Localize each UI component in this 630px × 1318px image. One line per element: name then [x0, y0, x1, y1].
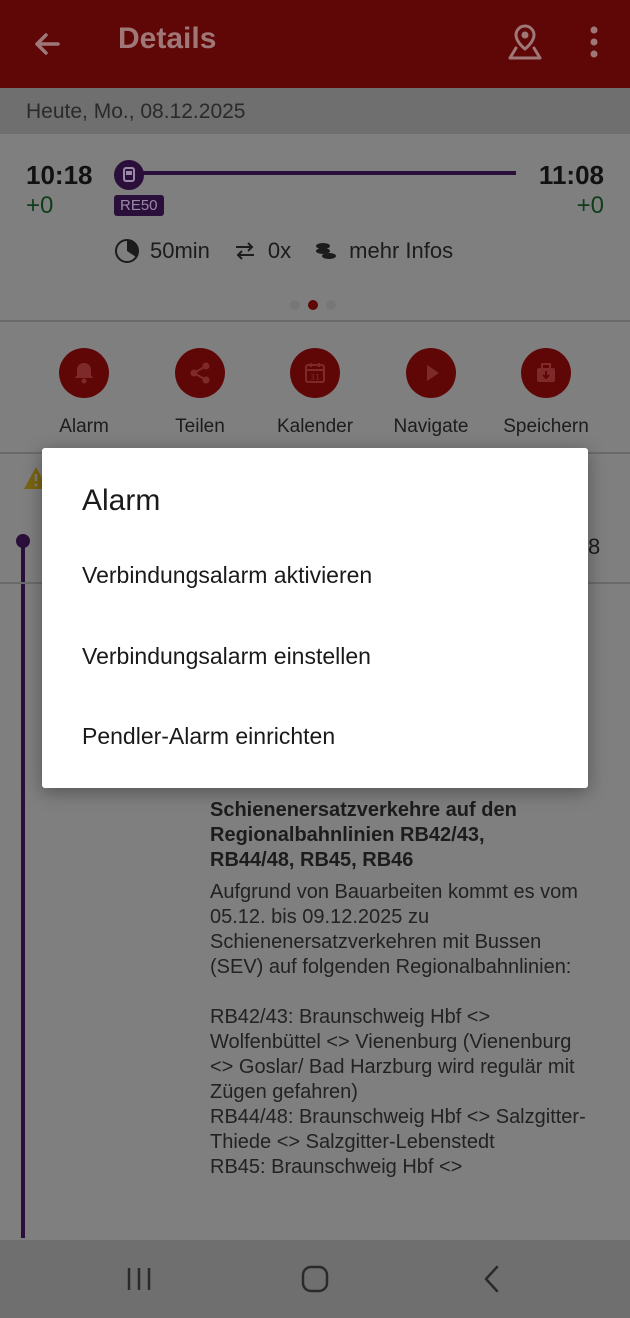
option-activate-connection-alarm[interactable]: Verbindungsalarm aktivieren: [82, 562, 372, 589]
share-button[interactable]: Teilen: [150, 348, 250, 438]
arrival-delay: +0: [576, 192, 604, 219]
date-band: Heute, Mo., 08.12.2025: [0, 88, 630, 134]
save-button[interactable]: Speichern: [496, 348, 596, 438]
option-configure-connection-alarm[interactable]: Verbindungsalarm einstellen: [82, 643, 371, 670]
route-line: [120, 171, 516, 175]
notice-body: Aufgrund von Bauarbeiten kommt es vom 05…: [210, 881, 586, 1178]
option-setup-commuter-alarm[interactable]: Pendler-Alarm einrichten: [82, 723, 335, 750]
calendar-button[interactable]: 31 Kalender: [265, 348, 365, 438]
calendar-day: 31: [310, 373, 320, 382]
system-nav-bar: [0, 1240, 630, 1318]
page-dot: [290, 300, 300, 310]
arrival-time: 11:08: [538, 160, 604, 190]
back-arrow-icon[interactable]: [28, 24, 68, 64]
journey-summary[interactable]: 10:18 +0 11:08 +0 RE50 50min 0x mehr Inf…: [0, 134, 630, 320]
alarm-label: Alarm: [59, 416, 109, 437]
alarm-button[interactable]: Alarm: [34, 348, 134, 438]
more-vert-icon[interactable]: [580, 22, 608, 64]
more-info-item[interactable]: mehr Infos: [313, 238, 453, 264]
duration-label: 50min: [150, 238, 210, 263]
clock-icon: [115, 239, 139, 263]
transfer-icon: [235, 242, 254, 260]
navigate-button[interactable]: Navigate: [381, 348, 481, 438]
calendar-icon: 31: [290, 348, 340, 398]
app-bar: Details: [0, 0, 630, 88]
page-dot-active: [308, 300, 318, 310]
bell-icon: [59, 348, 109, 398]
play-icon: [406, 348, 456, 398]
more-info-label: mehr Infos: [349, 238, 454, 263]
train-badge: RE50: [114, 195, 164, 216]
dialog-title: Alarm: [82, 484, 161, 517]
save-icon: [521, 348, 571, 398]
page-title: Details: [118, 22, 217, 55]
coins-icon: [316, 243, 337, 259]
time-fragment: 8: [588, 534, 601, 559]
save-label: Speichern: [503, 416, 589, 437]
share-label: Teilen: [175, 416, 225, 437]
alarm-dialog: Alarm Verbindungsalarm aktivieren Verbin…: [42, 448, 588, 788]
departure-time: 10:18: [26, 160, 93, 190]
departure-delay: +0: [26, 192, 54, 219]
timeline-line: [21, 538, 25, 1238]
notice-title: Schienenersatzverkehre auf den Regionalb…: [210, 799, 517, 871]
page-dot: [326, 300, 336, 310]
duration-item: 50min: [114, 238, 210, 264]
train-icon: [114, 160, 144, 190]
timeline-stop-dot: [16, 534, 30, 548]
back-nav-icon[interactable]: [476, 1262, 510, 1296]
journey-info-row: 50min 0x mehr Infos: [114, 238, 465, 264]
recent-apps-icon[interactable]: [122, 1262, 156, 1296]
date-label: Heute, Mo., 08.12.2025: [26, 100, 246, 123]
actions-row: Alarm Teilen 31 Kalender Navigate Speich…: [0, 322, 630, 454]
calendar-label: Kalender: [276, 416, 354, 437]
transfers-label: 0x: [267, 238, 292, 263]
home-icon[interactable]: [298, 1262, 332, 1296]
page-indicator: [290, 300, 336, 310]
map-pin-icon[interactable]: [504, 22, 546, 64]
navigate-label: Navigate: [393, 416, 469, 437]
share-icon: [175, 348, 225, 398]
transfers-item: 0x: [232, 238, 291, 264]
